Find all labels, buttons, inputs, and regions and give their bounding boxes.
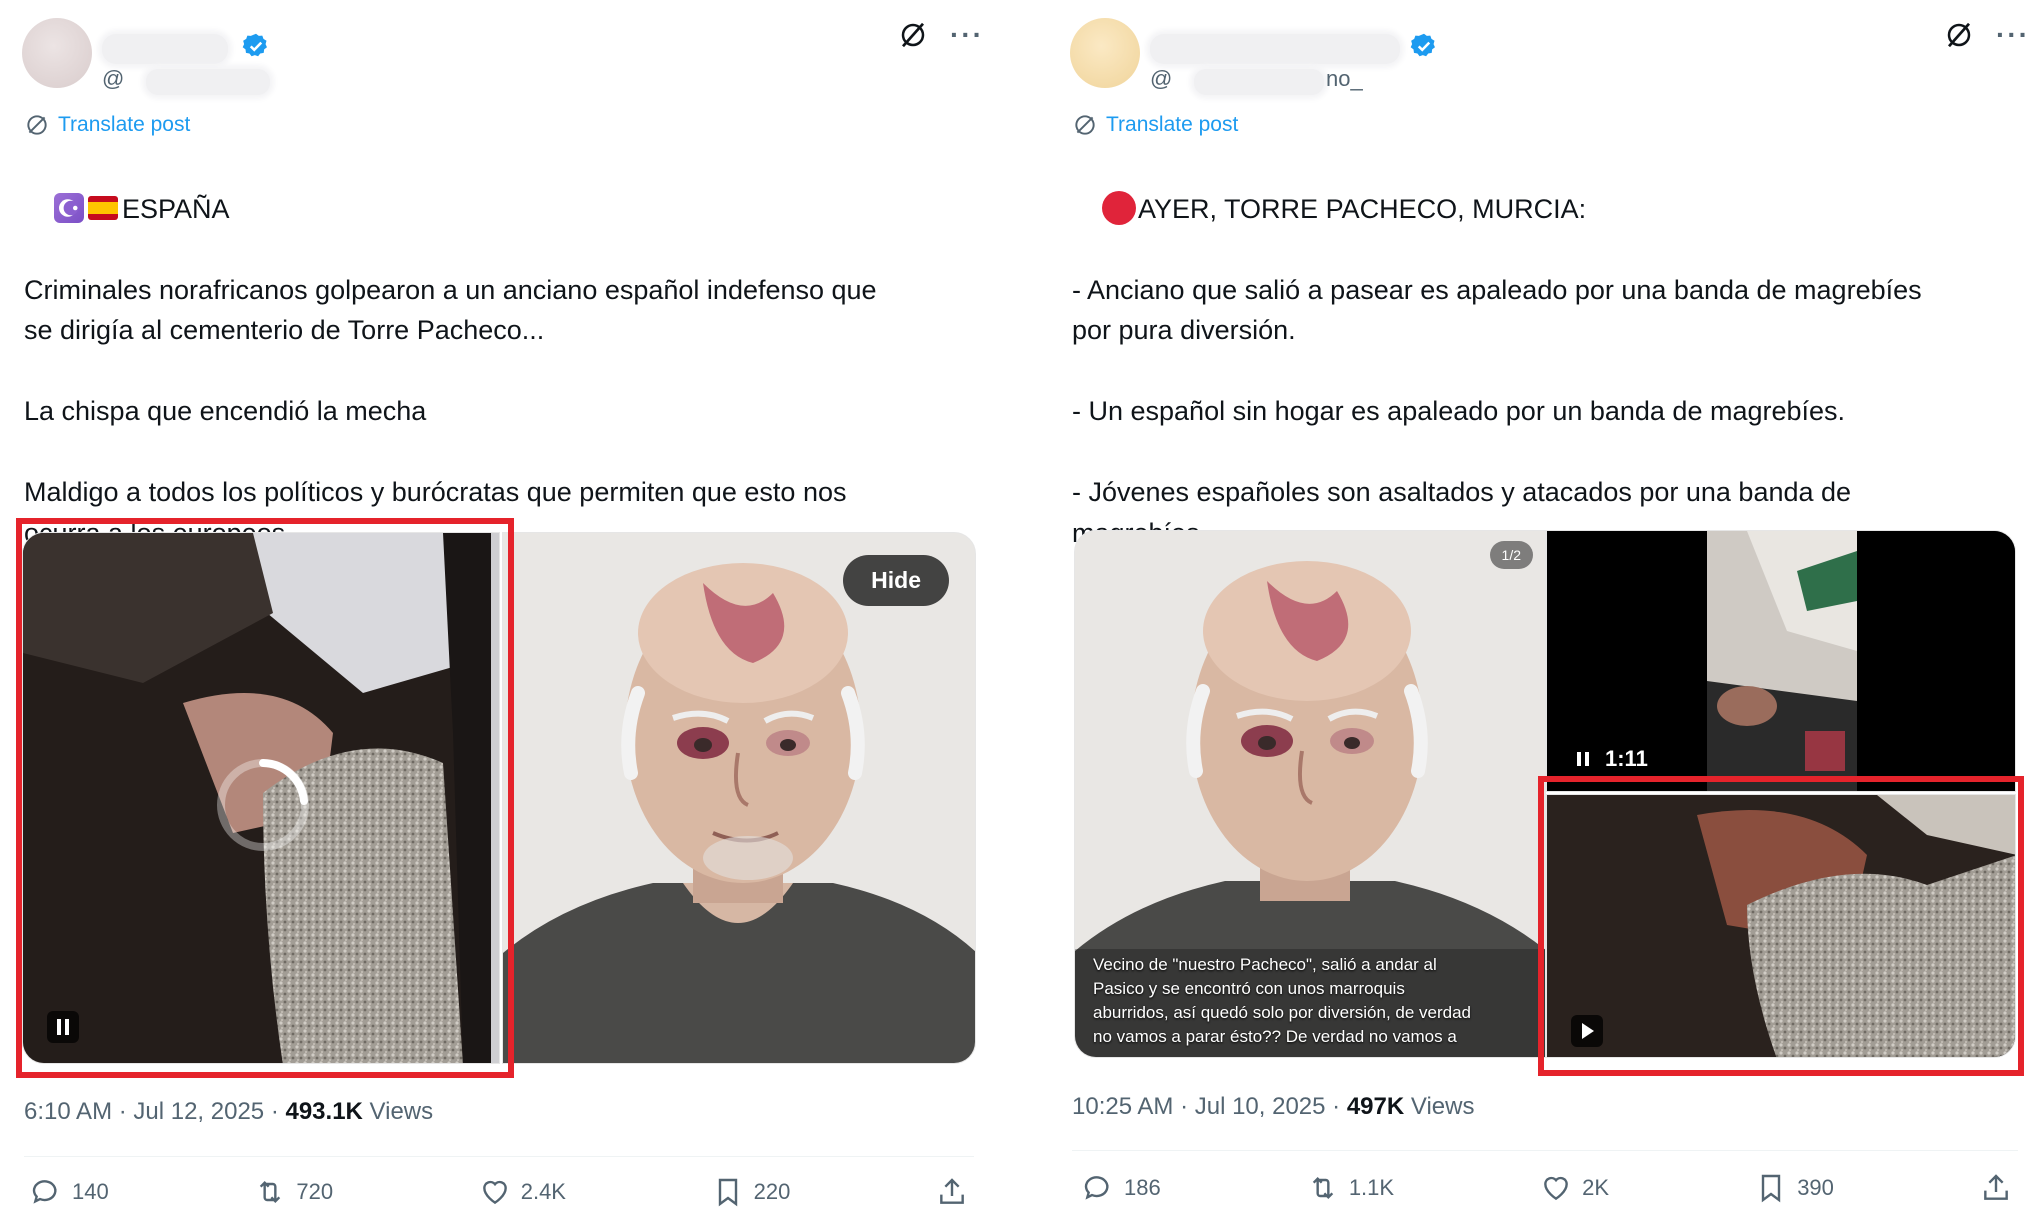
bookmark-icon	[718, 1178, 737, 1207]
divider	[1072, 1150, 2018, 1151]
like-count: 2K	[1582, 1175, 1610, 1200]
share-icon	[1984, 1174, 2008, 1200]
redacted-display-name	[1150, 34, 1400, 64]
photo-caption: Vecino de "nuestro Pacheco", salió a and…	[1093, 955, 1472, 1046]
tweet-text-block: AYER, TORRE PACHECO, MURCIA: - Anciano q…	[1072, 148, 1922, 594]
share-icon	[940, 1178, 964, 1204]
more-options-icon[interactable]: ···	[1996, 21, 2030, 49]
photo-thumbnail[interactable]: 1/2 Vecino de "nuestro Pacheco", salió a…	[1074, 530, 1546, 1058]
views-label: Views	[362, 1098, 434, 1125]
reply-icon	[1084, 1176, 1109, 1200]
repost-icon	[1312, 1176, 1333, 1200]
video-duration: 1:11	[1575, 746, 1648, 772]
repost-count: 720	[296, 1179, 334, 1204]
redacted-handle	[1194, 69, 1324, 95]
highlight-frame	[1538, 776, 2024, 1076]
video-thumbnail-top[interactable]: 1:11	[1546, 530, 2016, 792]
reply-button[interactable]: 186	[1082, 1172, 1161, 1204]
share-button[interactable]	[1980, 1172, 2012, 1204]
post-time[interactable]: 10:25 AM · Jul 10, 2025 ·	[1072, 1093, 1347, 1120]
grok-icon[interactable]	[898, 20, 928, 50]
handle-prefix: @	[1150, 66, 1173, 91]
post-meta: 10:25 AM · Jul 10, 2025 · 497K Views	[1072, 1093, 1474, 1121]
views-label: Views	[1404, 1093, 1475, 1120]
repost-button[interactable]: 720	[254, 1176, 333, 1208]
verified-badge-icon	[242, 33, 267, 57]
repost-button[interactable]: 1.1K	[1307, 1172, 1394, 1204]
grok-icon[interactable]	[1944, 20, 1974, 50]
red-circle-emoji-icon	[1102, 190, 1137, 225]
bookmark-icon	[1761, 1174, 1781, 1203]
bookmark-button[interactable]: 390	[1755, 1172, 1834, 1204]
handle-suffix: no_	[1326, 66, 1363, 91]
reply-button[interactable]: 140	[30, 1176, 109, 1208]
translate-label: Translate post	[1106, 113, 1239, 136]
photo-portrait-graphic	[503, 533, 975, 1063]
more-options-icon[interactable]: ···	[950, 21, 984, 49]
reply-icon	[32, 1180, 57, 1204]
translate-post-link[interactable]: Translate post	[1072, 112, 1238, 138]
like-count: 2.4K	[520, 1179, 566, 1204]
repost-icon	[260, 1180, 281, 1204]
redacted-display-name	[102, 34, 228, 64]
translate-icon	[1075, 115, 1095, 135]
top-actions: ···	[898, 20, 984, 50]
views-count: 497K	[1346, 1093, 1405, 1120]
like-button[interactable]: 2.4K	[479, 1176, 566, 1208]
heart-icon	[482, 1180, 507, 1205]
bookmark-count: 220	[753, 1179, 791, 1204]
translate-icon	[27, 115, 47, 135]
tweet-text: AYER, TORRE PACHECO, MURCIA: - Anciano q…	[1072, 193, 1922, 548]
video-duration-text: 1:11	[1605, 746, 1648, 771]
hide-media-button[interactable]: Hide	[843, 555, 949, 606]
spain-flag-emoji-icon	[88, 195, 119, 220]
post-time[interactable]: 6:10 AM · Jul 12, 2025 ·	[24, 1098, 285, 1125]
reply-count: 186	[1124, 1175, 1161, 1200]
action-bar: 140 720 2.4K 220	[30, 1176, 968, 1208]
bookmark-count: 390	[1797, 1175, 1834, 1200]
post-meta: 6:10 AM · Jul 12, 2025 · 493.1K Views	[24, 1098, 433, 1126]
avatar[interactable]	[22, 18, 92, 88]
views-count: 493.1K	[285, 1098, 363, 1125]
heart-icon	[1544, 1176, 1569, 1201]
like-button[interactable]: 2K	[1540, 1172, 1609, 1204]
reply-count: 140	[72, 1179, 109, 1204]
redacted-handle	[146, 69, 270, 95]
repost-count: 1.1K	[1348, 1175, 1395, 1200]
photo-thumbnail[interactable]: Hide	[502, 532, 976, 1064]
bookmark-button[interactable]: 220	[712, 1176, 791, 1208]
translate-post-link[interactable]: Translate post	[24, 112, 190, 138]
share-button[interactable]	[936, 1176, 968, 1208]
divider	[24, 1156, 974, 1157]
highlight-frame	[16, 518, 514, 1078]
translate-label: Translate post	[58, 113, 191, 136]
tweet-text: ESPAÑA Criminales norafricanos golpearon…	[24, 193, 877, 548]
media-counter-badge: 1/2	[1489, 541, 1533, 569]
avatar[interactable]	[1070, 18, 1140, 88]
star-crescent-emoji-icon	[54, 192, 85, 223]
verified-badge-icon	[1410, 33, 1435, 57]
top-actions: ···	[1944, 20, 2030, 50]
handle-prefix: @	[102, 66, 125, 91]
pause-icon[interactable]	[1575, 750, 1591, 768]
action-bar: 186 1.1K 2K 390	[1082, 1172, 2012, 1204]
